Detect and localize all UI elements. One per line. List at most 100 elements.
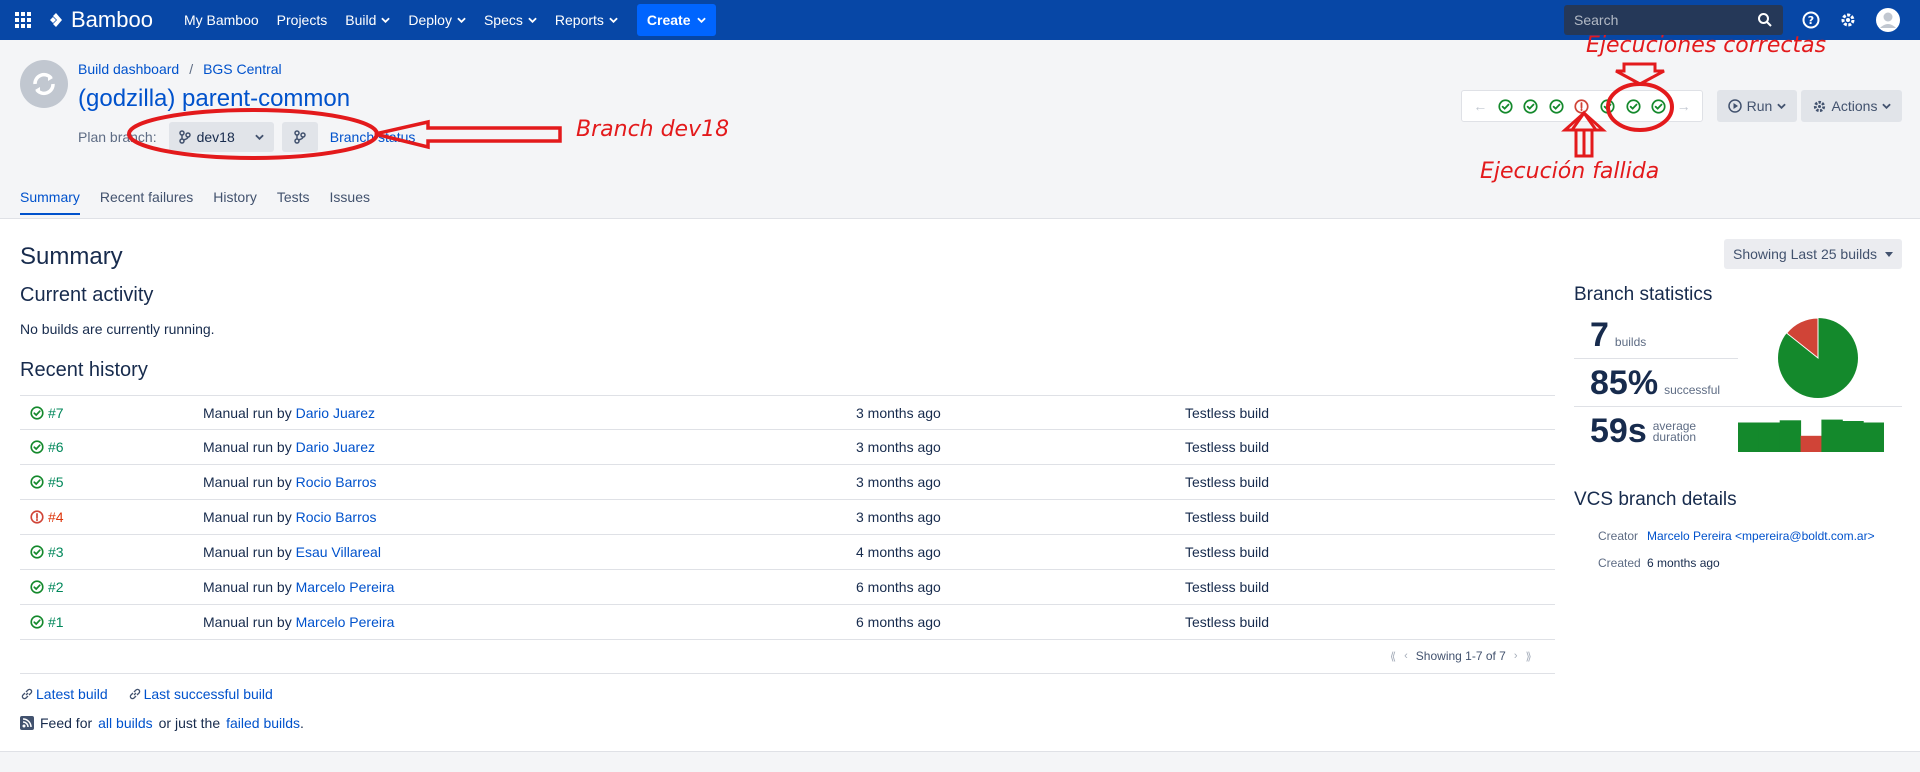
run-button[interactable]: Run <box>1717 90 1797 122</box>
next-page-icon[interactable]: › <box>1514 650 1518 662</box>
vcs-branch-details-heading: VCS branch details <box>1574 489 1737 510</box>
build-user-link[interactable]: Dario Juarez <box>296 439 375 455</box>
bamboo-logo[interactable]: Bamboo <box>46 7 153 33</box>
help-button[interactable]: ? <box>1799 8 1823 32</box>
build-user-link[interactable]: Esau Villareal <box>296 544 381 560</box>
build-number: #6 <box>48 439 64 455</box>
success-check-icon <box>30 615 44 629</box>
summary-panel: Summary Showing Last 25 builds Current a… <box>0 218 1920 752</box>
build-number-link[interactable]: #2 <box>20 579 203 595</box>
build-number-link[interactable]: #1 <box>20 614 203 630</box>
pagination: ⟪ ‹ Showing 1-7 of 7 › ⟫ <box>1390 649 1532 663</box>
build-strip-item[interactable] <box>1574 98 1590 114</box>
tab-summary[interactable]: Summary <box>20 189 80 215</box>
build-time: 3 months ago <box>856 474 941 490</box>
showing-builds-dropdown[interactable]: Showing Last 25 builds <box>1724 239 1902 269</box>
branch-select[interactable]: dev18 <box>168 122 274 152</box>
build-user-link[interactable]: Marcelo Pereira <box>296 614 395 630</box>
build-number-link[interactable]: #7 <box>20 405 203 421</box>
build-reason: Manual run by Esau Villareal <box>203 544 381 560</box>
avatar-icon <box>1876 8 1900 32</box>
build-tests: Testless build <box>1185 544 1270 560</box>
tab-history[interactable]: History <box>213 189 257 215</box>
build-time: 6 months ago <box>856 614 941 630</box>
nav-my-bamboo[interactable]: My Bamboo <box>175 0 268 40</box>
branch-status-link[interactable]: Branch status <box>330 129 416 145</box>
success-check-icon <box>1651 98 1666 114</box>
arrow-left-icon[interactable]: ← <box>1473 98 1487 114</box>
duration-bar <box>1779 420 1802 452</box>
build-strip-item[interactable] <box>1498 98 1513 114</box>
build-time: 6 months ago <box>856 579 941 595</box>
build-user-link[interactable]: Rocio Barros <box>296 474 377 490</box>
prev-page-icon[interactable]: ‹ <box>1404 650 1408 662</box>
recent-history-table: #7 Manual run by Dario Juarez 3 months ago… <box>20 395 1555 640</box>
success-check-icon <box>30 475 44 489</box>
caret-down-icon <box>1885 251 1893 257</box>
table-row: #1 Manual run by Marcelo Pereira 6 months … <box>20 605 1555 640</box>
build-strip-item[interactable] <box>1600 98 1615 114</box>
chevron-down-icon <box>381 17 391 23</box>
build-reason: Manual run by Dario Juarez <box>203 439 375 455</box>
build-user-link[interactable]: Dario Juarez <box>296 405 375 421</box>
gear-icon <box>1813 100 1825 112</box>
build-time: 4 months ago <box>856 544 941 560</box>
breadcrumb-build-dashboard[interactable]: Build dashboard <box>78 61 179 77</box>
app-switcher-button[interactable] <box>0 0 46 40</box>
breadcrumb-bgs-central[interactable]: BGS Central <box>203 61 282 77</box>
plan-tabs: Summary Recent failures History Tests Is… <box>20 189 370 215</box>
success-check-icon <box>30 440 44 454</box>
nav-deploy[interactable]: Deploy <box>399 0 475 40</box>
arrow-right-icon[interactable]: → <box>1677 98 1691 114</box>
last-successful-build-link[interactable]: Last successful build <box>128 686 273 702</box>
build-strip-item[interactable] <box>1625 98 1641 114</box>
failed-builds-link[interactable]: failed builds <box>226 715 300 731</box>
last-page-icon[interactable]: ⟫ <box>1526 650 1532 663</box>
latest-build-link[interactable]: Latest build <box>20 686 108 702</box>
all-builds-link[interactable]: all builds <box>98 715 152 731</box>
duration-bar <box>1821 419 1843 452</box>
build-number-link[interactable]: #4 <box>20 509 203 525</box>
stat-builds-value: 7 <box>1590 316 1609 354</box>
feed-end: . <box>300 715 304 731</box>
plan-header: Build dashboard / BGS Central (godzilla)… <box>0 40 1920 218</box>
branch-status-button[interactable] <box>281 122 318 152</box>
build-user-link[interactable]: Rocio Barros <box>296 509 377 525</box>
stat-duration-value: 59s <box>1590 412 1647 450</box>
search-input[interactable]: Search <box>1564 5 1783 35</box>
nav-projects[interactable]: Projects <box>268 0 337 40</box>
duration-bar <box>1863 422 1884 452</box>
build-number-link[interactable]: #5 <box>20 474 203 490</box>
link-icon <box>21 688 33 700</box>
build-strip-item[interactable] <box>1549 98 1564 114</box>
link-icon <box>129 688 140 700</box>
build-user-link[interactable]: Marcelo Pereira <box>296 579 395 595</box>
divider <box>1574 406 1902 407</box>
stat-duration-label: average duration <box>1652 418 1697 444</box>
page-title[interactable]: (godzilla) parent-common <box>78 85 350 113</box>
tab-recent-failures[interactable]: Recent failures <box>100 189 193 215</box>
stat-builds: 7 builds <box>1590 316 1646 355</box>
tab-tests[interactable]: Tests <box>277 189 310 215</box>
first-page-icon[interactable]: ⟪ <box>1390 650 1396 663</box>
annotation-failed-run: Ejecución fallida <box>1480 159 1660 184</box>
build-number-link[interactable]: #3 <box>20 544 203 560</box>
settings-button[interactable] <box>1836 8 1860 32</box>
chevron-down-icon <box>609 17 618 23</box>
table-row: #4 Manual run by Rocio Barros 3 months ago… <box>20 500 1555 535</box>
tab-issues[interactable]: Issues <box>330 189 370 215</box>
build-strip-item[interactable] <box>1523 98 1538 114</box>
nav-reports[interactable]: Reports <box>546 0 627 40</box>
plan-branch-label: Plan branch: <box>78 129 157 145</box>
table-row: #7 Manual run by Dario Juarez 3 months ago… <box>20 395 1555 430</box>
creator-link[interactable]: Marcelo Pereira <mpereira@boldt.com.ar> <box>1647 529 1875 543</box>
build-status-strip: ← → <box>1461 90 1703 122</box>
build-number-link[interactable]: #6 <box>20 439 203 455</box>
nav-build[interactable]: Build <box>336 0 399 40</box>
actions-button[interactable]: Actions <box>1801 90 1902 122</box>
success-check-icon <box>1498 98 1513 114</box>
create-button[interactable]: Create <box>636 4 716 36</box>
nav-specs[interactable]: Specs <box>475 0 546 40</box>
build-strip-item[interactable] <box>1651 98 1666 114</box>
user-menu-button[interactable] <box>1876 8 1900 32</box>
